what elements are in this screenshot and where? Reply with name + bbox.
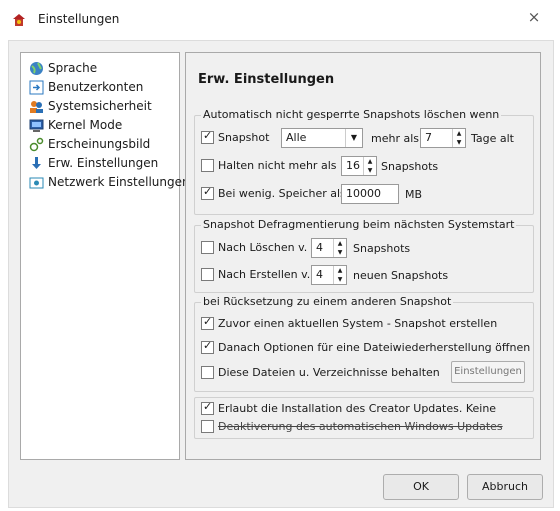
appearance-icon bbox=[29, 137, 44, 152]
sidebar-item-label: Benutzerkonten bbox=[48, 80, 144, 94]
close-button[interactable]: × bbox=[520, 6, 548, 28]
loeschen-suffix-label: Snapshots bbox=[353, 242, 411, 255]
zuvor-label: Zuvor einen aktuellen System - Snapshot … bbox=[218, 317, 498, 330]
deaktivierung-label: Deaktiverung des automatischen Windows U… bbox=[218, 420, 503, 433]
sidebar-item-sprache[interactable]: Sprache bbox=[29, 59, 97, 77]
deaktivierung-checkbox[interactable] bbox=[201, 420, 214, 433]
loeschen-checkbox[interactable] bbox=[201, 241, 214, 254]
loeschen-count-value: 4 bbox=[316, 241, 323, 254]
sidebar-item-erscheinungsbild[interactable]: Erscheinungsbild bbox=[29, 135, 150, 153]
einstellungen-button[interactable]: Einstellungen bbox=[451, 361, 525, 383]
erstellen-suffix-label: neuen Snapshots bbox=[353, 269, 449, 282]
loeschen-count-stepper[interactable]: 4 ▲ ▼ bbox=[311, 238, 347, 258]
speicher-value: 10000 bbox=[346, 187, 381, 200]
danach-checkbox[interactable] bbox=[201, 339, 214, 354]
days-unit-label: Tage alt bbox=[471, 132, 514, 145]
globe-icon bbox=[29, 61, 44, 76]
defrag-group: Snapshot Defragmentierung beim nächsten … bbox=[194, 218, 534, 293]
erstellen-count-value: 4 bbox=[316, 268, 323, 281]
speicher-checkbox[interactable] bbox=[201, 185, 214, 200]
sidebar-item-erw-einstellungen[interactable]: Erw. Einstellungen bbox=[29, 154, 158, 172]
page-title: Erw. Einstellungen bbox=[198, 72, 335, 87]
sidebar-item-benutzerkonten[interactable]: Benutzerkonten bbox=[29, 78, 143, 96]
loeschen-label: Nach Löschen v. bbox=[218, 241, 308, 254]
sidebar-item-label: Kernel Mode bbox=[48, 118, 123, 132]
erstellen-checkbox-row[interactable]: Nach Erstellen v. bbox=[201, 268, 310, 281]
speicher-unit-label: MB bbox=[405, 188, 423, 201]
erstellen-count-stepper[interactable]: 4 ▲ ▼ bbox=[311, 265, 347, 285]
behalten-checkbox[interactable] bbox=[201, 366, 214, 379]
behalten-checkbox-row[interactable]: Diese Dateien u. Verzeichnisse behalten bbox=[201, 366, 440, 379]
speicher-checkbox-row[interactable]: Bei wenig. Speicher als bbox=[201, 185, 346, 200]
stepper-arrows-icon[interactable]: ▲ ▼ bbox=[333, 239, 346, 257]
window-title: Einstellungen bbox=[38, 12, 120, 26]
sidebar-item-label: Netzwerk Einstellungen bbox=[48, 175, 190, 189]
group-title: Automatisch nicht gesperrte Snapshots lö… bbox=[201, 108, 502, 121]
creator-checkbox[interactable] bbox=[201, 400, 214, 415]
sidebar-item-label: Erw. Einstellungen bbox=[48, 156, 159, 170]
settings-content: Erw. Einstellungen Automatisch nicht ges… bbox=[185, 52, 541, 460]
group-title: bei Rücksetzung zu einem anderen Snapsho… bbox=[201, 295, 454, 308]
user-accounts-icon bbox=[29, 80, 44, 95]
windows-update-group: Erlaubt die Installation des Creator Upd… bbox=[194, 397, 534, 439]
security-icon bbox=[29, 99, 44, 114]
sidebar-item-label: Erscheinungsbild bbox=[48, 137, 151, 151]
speicher-input[interactable]: 10000 bbox=[341, 184, 399, 204]
days-value: 7 bbox=[425, 131, 432, 144]
stepper-arrows-icon[interactable]: ▲ ▼ bbox=[363, 157, 376, 175]
halten-checkbox-row[interactable]: Halten nicht mehr als bbox=[201, 159, 336, 172]
creator-label: Erlaubt die Installation des Creator Upd… bbox=[218, 402, 497, 415]
speicher-label: Bei wenig. Speicher als bbox=[218, 187, 346, 200]
danach-checkbox-row[interactable]: Danach Optionen für eine Dateiwiederhers… bbox=[201, 339, 531, 354]
stepper-arrows-icon[interactable]: ▲ ▼ bbox=[333, 266, 346, 284]
mehr-als-label: mehr als bbox=[371, 132, 420, 145]
creator-checkbox-row[interactable]: Erlaubt die Installation des Creator Upd… bbox=[201, 400, 497, 415]
chevron-down-icon: ▼ bbox=[345, 129, 362, 147]
erstellen-checkbox[interactable] bbox=[201, 268, 214, 281]
group-title: Snapshot Defragmentierung beim nächsten … bbox=[201, 218, 517, 231]
ok-button[interactable]: OK bbox=[383, 474, 459, 500]
snapshot-label: Snapshot bbox=[218, 131, 270, 144]
days-stepper[interactable]: 7 ▲ ▼ bbox=[420, 128, 466, 148]
sidebar-item-kernel-mode[interactable]: Kernel Mode bbox=[29, 116, 122, 134]
rollback-group: bei Rücksetzung zu einem anderen Snapsho… bbox=[194, 295, 534, 392]
network-icon bbox=[29, 175, 44, 190]
snapshot-checkbox[interactable] bbox=[201, 129, 214, 144]
cancel-button[interactable]: Abbruch bbox=[467, 474, 543, 500]
sidebar-item-systemsicherheit[interactable]: Systemsicherheit bbox=[29, 97, 152, 115]
sidebar-item-label: Systemsicherheit bbox=[48, 99, 152, 113]
halten-unit-label: Snapshots bbox=[381, 160, 439, 173]
advanced-icon bbox=[29, 156, 44, 171]
kernel-icon bbox=[29, 118, 44, 133]
snapshot-filter-select[interactable]: Alle ▼ bbox=[281, 128, 363, 148]
halten-count-stepper[interactable]: 16 ▲ ▼ bbox=[341, 156, 377, 176]
danach-label: Danach Optionen für eine Dateiwiederhers… bbox=[218, 341, 531, 354]
halten-count-value: 16 bbox=[346, 159, 360, 172]
dialog-client: Sprache Benutzerkonten Systemsicherheit … bbox=[8, 40, 554, 508]
erstellen-label: Nach Erstellen v. bbox=[218, 268, 311, 281]
halten-checkbox[interactable] bbox=[201, 159, 214, 172]
sidebar-item-netzwerk-einstellungen[interactable]: Netzwerk Einstellungen bbox=[29, 173, 190, 191]
snapshot-checkbox-row[interactable]: Snapshot bbox=[201, 129, 270, 144]
settings-sidebar: Sprache Benutzerkonten Systemsicherheit … bbox=[20, 52, 190, 460]
halten-label: Halten nicht mehr als bbox=[218, 159, 337, 172]
sidebar-item-label: Sprache bbox=[48, 61, 98, 75]
zuvor-checkbox-row[interactable]: Zuvor einen aktuellen System - Snapshot … bbox=[201, 315, 498, 330]
delete-snapshots-group: Automatisch nicht gesperrte Snapshots lö… bbox=[194, 108, 534, 215]
stepper-arrows-icon[interactable]: ▲ ▼ bbox=[452, 129, 465, 147]
loeschen-checkbox-row[interactable]: Nach Löschen v. bbox=[201, 241, 307, 254]
zuvor-checkbox[interactable] bbox=[201, 315, 214, 330]
behalten-label: Diese Dateien u. Verzeichnisse behalten bbox=[218, 366, 440, 379]
title-bar: Einstellungen × bbox=[0, 0, 560, 40]
snapshot-filter-value: Alle bbox=[286, 131, 307, 144]
app-icon bbox=[13, 14, 25, 26]
deaktivierung-checkbox-row[interactable]: Deaktiverung des automatischen Windows U… bbox=[201, 420, 503, 433]
